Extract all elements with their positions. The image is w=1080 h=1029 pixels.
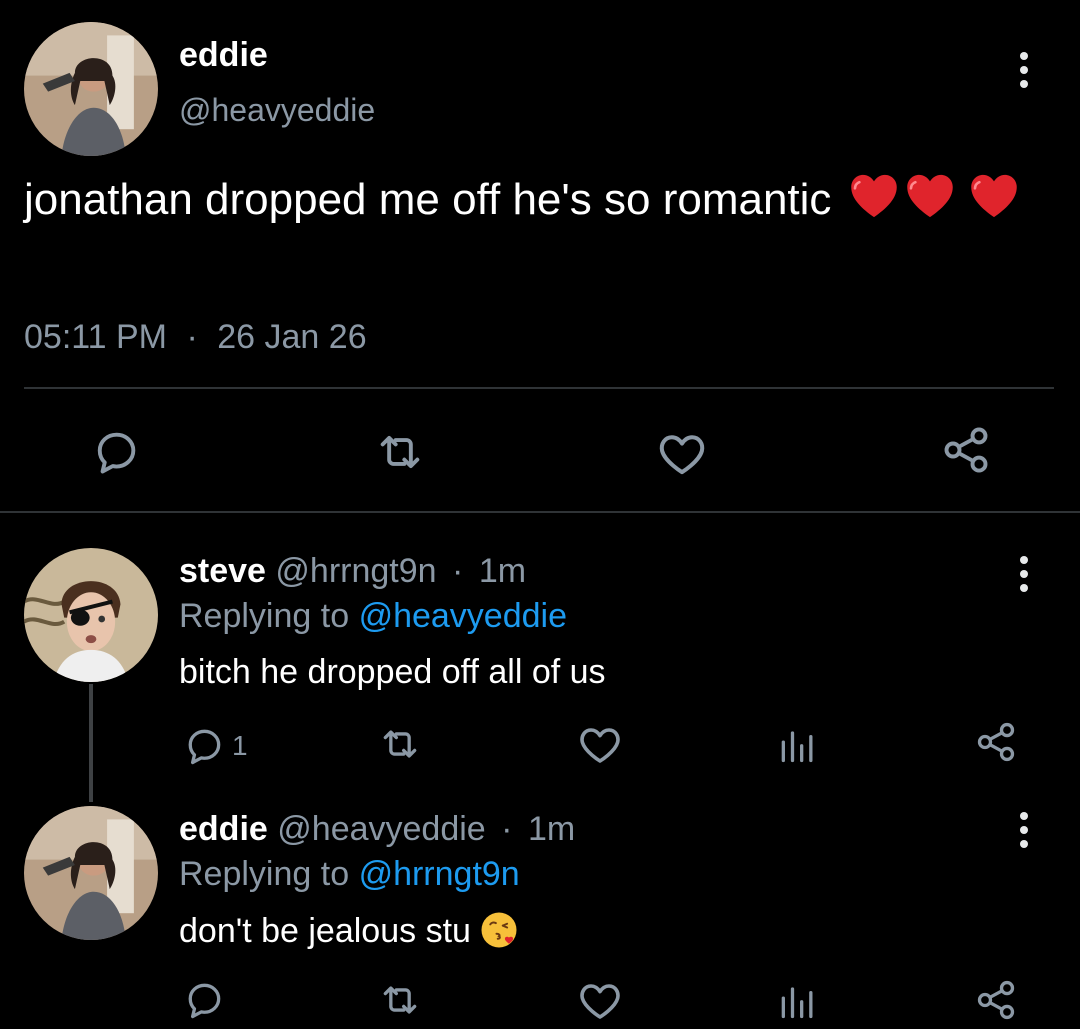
retweet-icon	[374, 426, 426, 478]
more-options-button[interactable]	[1018, 556, 1030, 592]
reply-author-handle[interactable]: @hrrngt9n	[275, 552, 436, 590]
meta-dot: ·	[501, 810, 513, 848]
views-button[interactable]	[776, 978, 820, 1022]
avatar-eddie[interactable]	[24, 806, 158, 940]
reply-time: 1m	[478, 552, 527, 590]
retweet-button[interactable]	[378, 722, 422, 766]
timestamp-separator: ·	[186, 318, 198, 356]
author-name[interactable]: eddie	[179, 36, 268, 75]
reply-text: bitch he dropped off all of us	[179, 653, 606, 691]
avatar-photo-icon	[24, 22, 158, 156]
like-button[interactable]	[576, 976, 624, 1024]
avatar-photo-icon	[24, 548, 158, 682]
reply-icon	[182, 978, 226, 1022]
reply-author-name[interactable]: steve	[179, 552, 266, 590]
like-button[interactable]	[576, 720, 624, 768]
like-icon	[655, 426, 709, 480]
kissing-face-icon	[479, 910, 519, 950]
reply-author-name[interactable]: eddie	[179, 810, 268, 848]
tweet-timestamp: 05:11 PM · 26 Jan 26	[24, 318, 367, 357]
more-dot-icon	[1020, 812, 1028, 820]
avatar-photo-icon	[24, 806, 158, 940]
reply-button[interactable]	[90, 426, 142, 478]
tweet-date: 26 Jan 26	[217, 318, 367, 356]
thread-line	[89, 684, 93, 802]
more-dot-icon	[1020, 66, 1028, 74]
reply-time: 1m	[527, 810, 576, 848]
tweet-time: 05:11 PM	[24, 318, 168, 356]
share-icon	[940, 424, 992, 476]
more-dot-icon	[1020, 80, 1028, 88]
like-icon	[576, 976, 624, 1024]
avatar-steve[interactable]	[24, 548, 158, 682]
like-button[interactable]	[655, 426, 709, 480]
more-options-button[interactable]	[1018, 812, 1030, 848]
avatar-eddie[interactable]	[24, 22, 158, 156]
reply-header: steve @hrrngt9n · 1m	[179, 552, 526, 591]
replying-to-link[interactable]: @hrrngt9n	[359, 855, 520, 893]
more-dot-icon	[1020, 584, 1028, 592]
replying-to-line: Replying to @hrrngt9n	[179, 855, 520, 894]
tweet-thread-page: eddie @heavyeddie jonathan dropped me of…	[0, 0, 1080, 1029]
like-icon	[576, 720, 624, 768]
views-icon	[776, 978, 820, 1022]
replying-to-link[interactable]: @heavyeddie	[359, 597, 567, 635]
more-options-button[interactable]	[1018, 52, 1030, 88]
more-dot-icon	[1020, 840, 1028, 848]
tweet-body: jonathan dropped me off he's so romantic	[24, 175, 832, 224]
red-heart-icon	[904, 170, 956, 222]
red-heart-icon	[848, 170, 900, 222]
replying-to-prefix: Replying to	[179, 597, 350, 635]
reply-header: eddie @heavyeddie · 1m	[179, 810, 575, 849]
retweet-button[interactable]	[374, 426, 426, 478]
divider	[24, 387, 1054, 389]
reply-body: don't be jealous stu	[179, 912, 471, 950]
reply-icon	[182, 724, 226, 768]
replying-to-line: Replying to @heavyeddie	[179, 597, 567, 636]
share-button[interactable]	[974, 978, 1018, 1022]
meta-dot: ·	[452, 552, 464, 590]
share-icon	[974, 978, 1018, 1022]
reply-author-handle[interactable]: @heavyeddie	[277, 810, 485, 848]
share-icon	[974, 720, 1018, 764]
more-dot-icon	[1020, 826, 1028, 834]
views-icon	[776, 722, 820, 766]
more-dot-icon	[1020, 570, 1028, 578]
tweet-text: jonathan dropped me off he's so romantic	[24, 170, 1054, 228]
author-handle[interactable]: @heavyeddie	[179, 92, 375, 129]
replying-to-prefix: Replying to	[179, 855, 350, 893]
divider	[0, 511, 1080, 513]
more-dot-icon	[1020, 52, 1028, 60]
reply-text: don't be jealous stu	[179, 910, 519, 951]
share-button[interactable]	[940, 424, 992, 476]
views-button[interactable]	[776, 722, 820, 766]
retweet-icon	[378, 978, 422, 1022]
reply-icon	[90, 426, 142, 478]
reply-button[interactable]: 1	[182, 724, 248, 768]
retweet-button[interactable]	[378, 978, 422, 1022]
red-heart-icon	[968, 170, 1020, 222]
reply-count: 1	[232, 730, 248, 761]
reply-button[interactable]	[182, 978, 226, 1022]
retweet-icon	[378, 722, 422, 766]
more-dot-icon	[1020, 556, 1028, 564]
share-button[interactable]	[974, 720, 1018, 764]
